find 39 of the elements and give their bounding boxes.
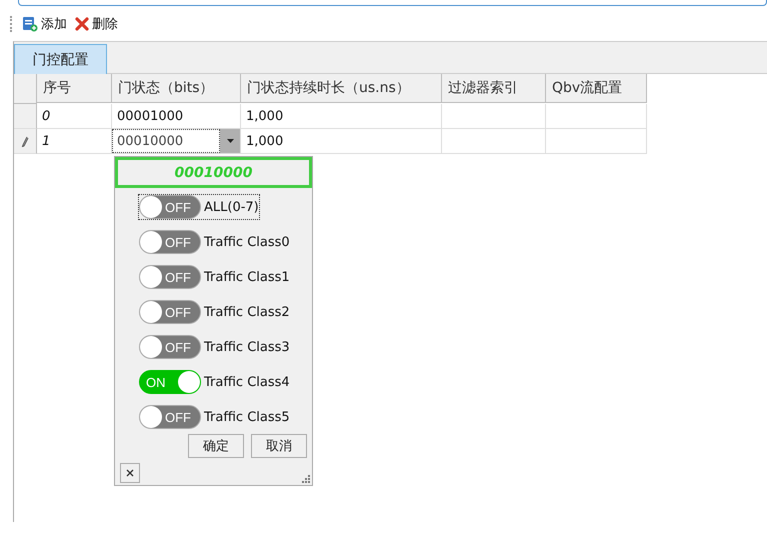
delete-icon [75, 17, 89, 31]
pencil-icon [21, 136, 29, 146]
corner-header [14, 74, 37, 104]
toggle-switch[interactable]: OFF [139, 195, 201, 219]
toggle-switch[interactable]: OFF [139, 405, 201, 429]
table-cell: 0 [37, 104, 112, 129]
toggle-label: Traffic Class5 [204, 410, 290, 424]
toggle-switch[interactable]: OFF [139, 230, 201, 254]
table-cell: 1 [37, 129, 112, 154]
toggle-switch[interactable]: OFF [139, 265, 201, 289]
toggle-switch[interactable]: OFF [139, 335, 201, 359]
add-document-icon [22, 16, 38, 32]
column-header[interactable]: 序号 [37, 74, 112, 103]
toggle-label: Traffic Class2 [204, 304, 290, 320]
add-button[interactable]: 添加 [22, 15, 67, 33]
text-field[interactable] [18, 0, 767, 6]
delete-button[interactable]: 删除 [75, 15, 118, 33]
cancel-button[interactable]: 取消 [251, 434, 307, 458]
dropdown-button[interactable] [220, 129, 240, 153]
table-cell: 1,000 [241, 129, 442, 154]
toggle-label: Traffic Class0 [204, 234, 290, 250]
column-header[interactable]: 过滤器索引 [442, 74, 546, 103]
confirm-button[interactable]: 确定 [188, 434, 244, 458]
caret-icon [226, 139, 234, 143]
bits-value: 00010000 [115, 157, 312, 188]
column-header[interactable]: 门状态持续时长（us.ns） [241, 74, 442, 103]
toggle-label: Traffic Class4 [204, 374, 290, 390]
close-icon [126, 469, 134, 477]
table-cell: 1,000 [241, 104, 442, 129]
toggle-label: Traffic Class3 [204, 340, 290, 354]
close-button[interactable] [120, 463, 140, 483]
toggle-switch[interactable]: OFF [139, 300, 201, 324]
tab[interactable]: 门控配置 [14, 44, 107, 75]
column-header[interactable]: Qbv流配置 [546, 74, 647, 103]
toggle-label: Traffic Class1 [204, 270, 290, 284]
row-header[interactable] [14, 129, 37, 154]
resize-grip-icon[interactable] [302, 475, 310, 483]
column-header[interactable]: 门状态（bits） [112, 74, 241, 103]
toggle-label: ALL(0-7) [204, 200, 259, 214]
